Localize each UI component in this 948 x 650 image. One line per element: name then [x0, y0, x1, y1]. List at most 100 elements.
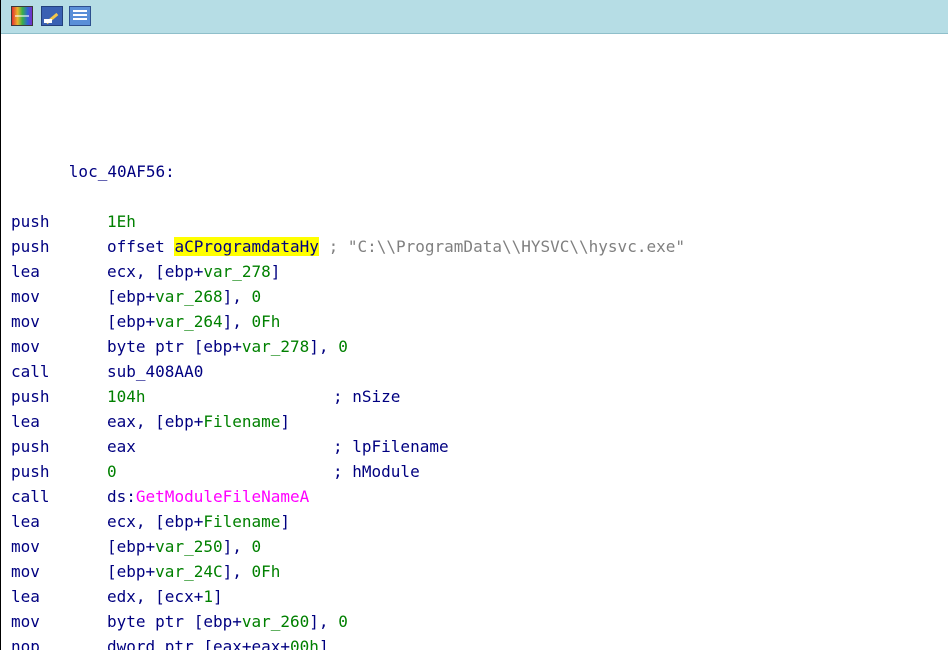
operand-text: [ebp+ [107, 537, 156, 556]
numeric-literal: 0Fh [251, 562, 281, 581]
mnemonic: lea [11, 512, 40, 531]
text-view-icon[interactable] [69, 6, 91, 26]
disassembly-window: loc_40AF56: push 1Eh push offset aCProgramd… [0, 0, 948, 650]
operand-text: eax, [ebp+ [107, 412, 204, 431]
highlighted-symbol[interactable]: aCProgramdataHy [174, 237, 319, 256]
operand-text: ], [309, 612, 339, 631]
argument-comment: ; nSize [333, 387, 401, 406]
numeric-literal: 0 [338, 612, 348, 631]
operands: ecx, [ebp+Filename] [107, 512, 290, 531]
operands: 104h [107, 387, 146, 406]
code-line[interactable]: call ds:GetModuleFileNameA [11, 484, 685, 509]
string-comment: ; "C:\\ProgramData\\HYSVC\\hysvc.exe" [318, 237, 685, 256]
numeric-literal: 0 [107, 462, 117, 481]
code-line[interactable]: lea eax, [ebp+Filename] [11, 409, 685, 434]
mnemonic: call [11, 362, 50, 381]
mnemonic: push [11, 212, 50, 231]
numeric-literal: 0 [338, 337, 348, 356]
mnemonic: lea [11, 587, 40, 606]
mnemonic: mov [11, 562, 40, 581]
operand-text: eax [107, 437, 136, 456]
code-line[interactable]: mov byte ptr [ebp+var_278], 0 [11, 334, 685, 359]
location-label[interactable]: loc_40AF56: [69, 162, 175, 181]
import-function[interactable]: GetModuleFileNameA [136, 487, 309, 506]
code-line[interactable]: push offset aCProgramdataHy ; "C:\\Progra… [11, 234, 685, 259]
code-line[interactable]: push 0 ; hModule [11, 459, 685, 484]
code-line[interactable]: lea ecx, [ebp+var_278] [11, 259, 685, 284]
operand-text: byte ptr [ebp+ [107, 612, 242, 631]
operands: eax [107, 437, 136, 456]
operands: 1Eh [107, 212, 136, 231]
stack-variable[interactable]: var_250 [155, 537, 222, 556]
edit-pen-icon[interactable] [41, 6, 63, 26]
stack-variable[interactable]: var_260 [242, 612, 309, 631]
operand-text: [ebp+ [107, 287, 156, 306]
operands: [ebp+var_268], 0 [107, 287, 261, 306]
code-line[interactable]: mov byte ptr [ebp+var_260], 0 [11, 609, 685, 634]
stack-variable[interactable]: Filename [203, 512, 280, 531]
stack-variable[interactable]: var_264 [155, 312, 222, 331]
graph-view-icon[interactable] [11, 6, 33, 26]
numeric-literal: 1Eh [107, 212, 136, 231]
mnemonic: push [11, 387, 50, 406]
mnemonic: mov [11, 612, 40, 631]
operand-text: ], [222, 562, 252, 581]
operands: [ebp+var_264], 0Fh [107, 312, 280, 331]
argument-comment: ; lpFilename [333, 437, 449, 456]
code-line[interactable]: push 104h ; nSize [11, 384, 685, 409]
operand-text: edx, [ecx+ [107, 587, 204, 606]
operands: 0 [107, 462, 117, 481]
operand-text: ] [212, 587, 223, 606]
code-line[interactable]: call sub_408AA0 [11, 359, 685, 384]
operand-text: ], [309, 337, 339, 356]
mnemonic: lea [11, 262, 40, 281]
operands: ds:GetModuleFileNameA [107, 487, 309, 506]
operand-text: dword ptr [eax+eax+ [107, 637, 291, 650]
mnemonic: mov [11, 537, 40, 556]
operand-text: ] [280, 412, 291, 431]
numeric-literal: 104h [107, 387, 146, 406]
code-line[interactable]: push 1Eh [11, 209, 685, 234]
mnemonic: nop [11, 637, 40, 650]
code-label-line: loc_40AF56: [11, 134, 685, 181]
operand-text: ecx, [ebp+ [107, 262, 204, 281]
stack-variable[interactable]: var_278 [242, 337, 309, 356]
code-line[interactable]: mov [ebp+var_264], 0Fh [11, 309, 685, 334]
stack-variable[interactable]: var_24C [155, 562, 222, 581]
numeric-literal: 00h [290, 637, 319, 650]
stack-variable[interactable]: var_268 [155, 287, 222, 306]
mnemonic: push [11, 237, 50, 256]
operands: [ebp+var_24C], 0Fh [107, 562, 280, 581]
operand-text: ], [222, 287, 252, 306]
mnemonic: mov [11, 287, 40, 306]
operand-text: sub_408AA0 [107, 362, 204, 381]
disassembly-listing: loc_40AF56: push 1Eh push offset aCProgramd… [11, 84, 685, 650]
operands: dword ptr [eax+eax+00h] [107, 637, 329, 650]
operands: offset aCProgramdataHy ; "C:\\ProgramDat… [107, 237, 685, 256]
operand-text: byte ptr [ebp+ [107, 337, 242, 356]
operands: edx, [ecx+1] [107, 587, 223, 606]
operand-text: ] [318, 637, 329, 650]
code-line[interactable]: lea edx, [ecx+1] [11, 584, 685, 609]
operand-text: [ebp+ [107, 562, 156, 581]
code-line[interactable]: mov [ebp+var_24C], 0Fh [11, 559, 685, 584]
operands: byte ptr [ebp+var_278], 0 [107, 337, 348, 356]
mnemonic: mov [11, 337, 40, 356]
operand-text: ecx, [ebp+ [107, 512, 204, 531]
numeric-literal: 0 [251, 537, 262, 556]
numeric-literal: 1 [203, 587, 213, 606]
mnemonic: lea [11, 412, 40, 431]
mnemonic: push [11, 437, 50, 456]
code-line[interactable]: mov [ebp+var_268], 0 [11, 284, 685, 309]
stack-variable[interactable]: var_278 [203, 262, 270, 281]
numeric-literal: 0 [251, 287, 262, 306]
code-line[interactable]: nop dword ptr [eax+eax+00h] [11, 634, 685, 650]
stack-variable[interactable]: Filename [203, 412, 280, 431]
operand-text: ] [280, 512, 291, 531]
code-line[interactable]: lea ecx, [ebp+Filename] [11, 509, 685, 534]
code-line[interactable]: push eax ; lpFilename [11, 434, 685, 459]
operand-text: ds: [107, 487, 136, 506]
code-line[interactable]: mov [ebp+var_250], 0 [11, 534, 685, 559]
mnemonic: push [11, 462, 50, 481]
argument-comment: ; hModule [333, 462, 420, 481]
